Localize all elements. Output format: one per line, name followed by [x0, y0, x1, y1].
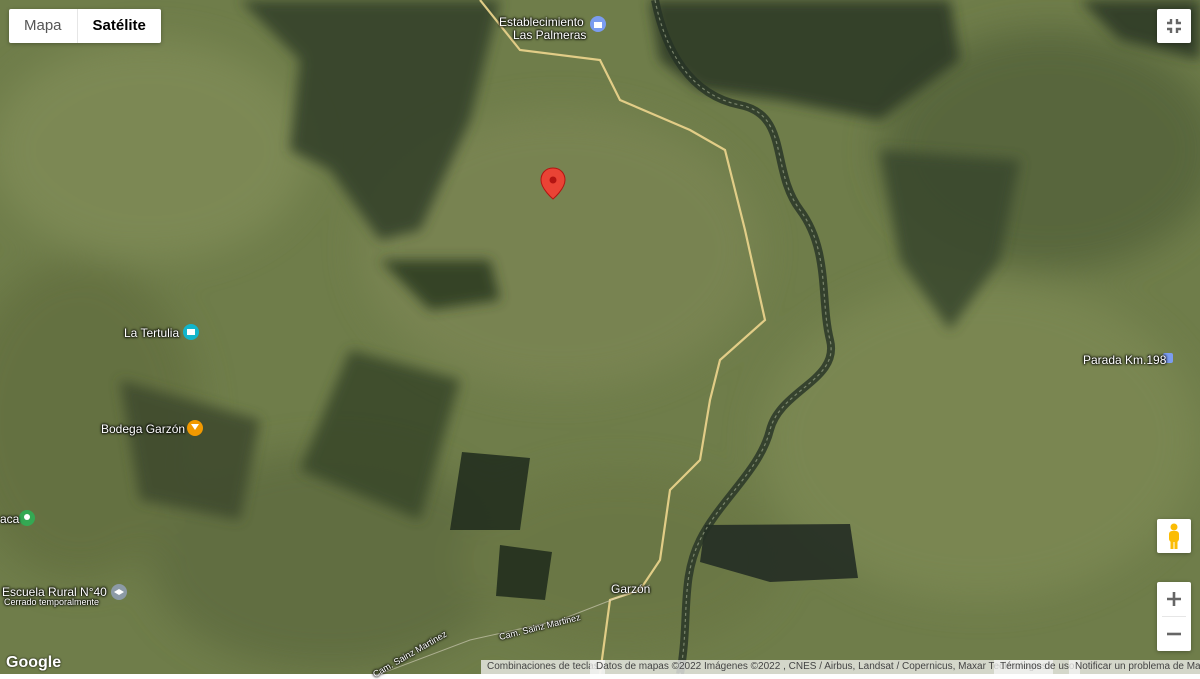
- zoom-out-icon: [1167, 632, 1181, 636]
- place-label-bodega-garzon[interactable]: Bodega Garzón: [101, 422, 185, 436]
- zoom-out-button[interactable]: [1157, 617, 1191, 651]
- pegman-icon: [1169, 523, 1179, 549]
- keyboard-shortcuts-link[interactable]: Combinaciones de teclas: [481, 660, 605, 674]
- street-view-button[interactable]: [1157, 519, 1191, 553]
- report-problem-link[interactable]: Notificar un problema de Maps: [1069, 660, 1200, 674]
- school-icon[interactable]: [111, 584, 127, 600]
- satellite-map[interactable]: [0, 0, 1200, 674]
- google-logo[interactable]: Google: [6, 654, 61, 672]
- zoom-in-button[interactable]: [1157, 582, 1191, 616]
- map-type-satellite-button[interactable]: Satélite: [76, 9, 161, 43]
- fullscreen-button[interactable]: [1157, 9, 1191, 43]
- place-label-establecimiento-line1[interactable]: Establecimiento: [499, 15, 584, 29]
- map-data-attribution: Datos de mapas ©2022 Imágenes ©2022 , CN…: [590, 660, 1053, 674]
- terms-link[interactable]: Términos de uso: [994, 660, 1081, 674]
- fullscreen-icon: [1167, 19, 1181, 33]
- place-label-establecimiento-line2[interactable]: Las Palmeras: [513, 28, 586, 42]
- place-label-escuela-status: Cerrado temporalmente: [4, 597, 100, 607]
- map-type-control: Mapa Satélite: [9, 9, 161, 43]
- museum-icon[interactable]: [183, 324, 199, 340]
- place-label-garzon[interactable]: Garzón: [611, 582, 650, 596]
- place-label-parada[interactable]: Parada Km.198: [1083, 353, 1166, 367]
- zoom-control: [1157, 582, 1191, 651]
- bar-icon[interactable]: [187, 420, 203, 436]
- place-label-edge-left[interactable]: aca: [0, 512, 19, 526]
- zoom-in-icon: [1167, 592, 1181, 606]
- map-type-map-button[interactable]: Mapa: [9, 9, 77, 43]
- park-icon[interactable]: [19, 510, 35, 526]
- shopping-icon[interactable]: [590, 16, 606, 32]
- place-label-la-tertulia[interactable]: La Tertulia: [124, 326, 179, 340]
